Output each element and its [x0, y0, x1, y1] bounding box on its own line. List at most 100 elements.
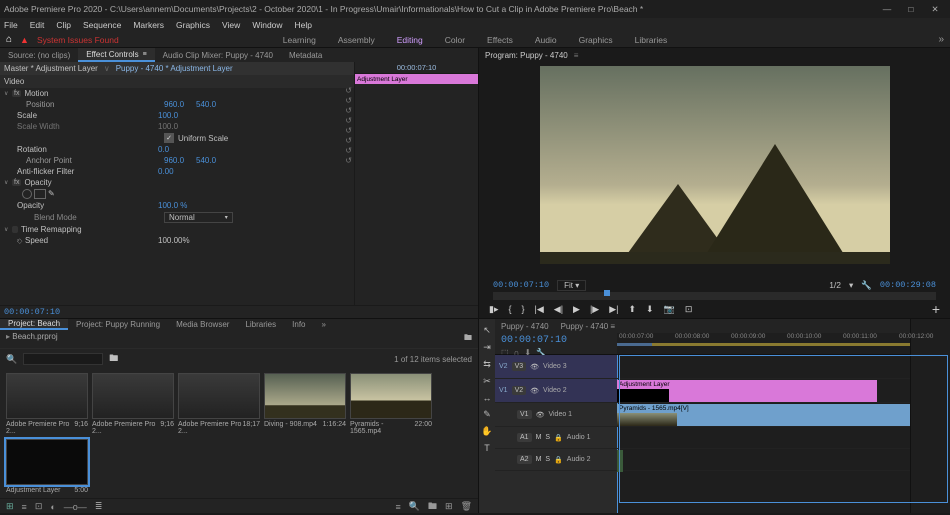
wrench-icon[interactable]: 🔧	[861, 280, 872, 291]
menu-view[interactable]: View	[222, 20, 240, 30]
panel-tab[interactable]: Project: Beach	[0, 319, 68, 330]
menu-file[interactable]: File	[4, 20, 18, 30]
eye-icon[interactable]: 👁	[536, 411, 545, 419]
alert-text[interactable]: System Issues Found	[37, 35, 119, 45]
motion-group[interactable]: Motion	[24, 89, 48, 98]
panel-tab[interactable]: Info	[284, 319, 313, 330]
workspace-color[interactable]: Color	[445, 35, 465, 45]
search-input[interactable]	[23, 353, 103, 365]
project-item[interactable]: Adobe Premiere Pro 2...9;16	[92, 373, 174, 435]
panel-tab[interactable]: Project: Puppy Running	[68, 319, 168, 330]
anchor-x[interactable]: 960.0	[164, 156, 184, 165]
mini-timeline-tc[interactable]: 00:00:07:10	[355, 62, 478, 74]
program-tc-right[interactable]: 00:00:29:08	[880, 280, 936, 290]
eye-icon[interactable]: 👁	[530, 387, 539, 395]
razor-tool-icon[interactable]: ✂	[483, 376, 491, 387]
mask-rect-icon[interactable]	[34, 189, 46, 199]
zoom-fit-select[interactable]: Fit ▾	[557, 280, 586, 291]
track-a1-label[interactable]: A1	[517, 433, 532, 442]
sequence-tab[interactable]: Puppy - 4740	[501, 322, 549, 331]
rotation-value[interactable]: 0.0	[158, 145, 169, 154]
anchor-y[interactable]: 540.0	[196, 156, 216, 165]
flicker-value[interactable]: 0.00	[158, 167, 174, 176]
program-scrubber[interactable]	[493, 292, 936, 300]
filter-icon[interactable]: 🖿	[464, 332, 472, 346]
freeform-icon[interactable]: ⊡	[35, 501, 43, 512]
export-frame-icon[interactable]: 📷	[664, 304, 675, 315]
clip-audio[interactable]	[617, 450, 623, 472]
time-remap-group[interactable]: Time Remapping	[21, 225, 82, 234]
speed-value[interactable]: 100.00%	[158, 236, 190, 245]
clip-name[interactable]: Puppy - 4740 * Adjustment Layer	[116, 64, 233, 73]
timeline-tc[interactable]: 00:00:07:10	[501, 335, 611, 346]
step-fwd-icon[interactable]: |▶	[590, 304, 599, 315]
trash-icon[interactable]: 🗑	[461, 501, 472, 512]
mask-ellipse-icon[interactable]	[22, 189, 32, 199]
lift-icon[interactable]: ⬆	[629, 304, 637, 315]
eye-icon[interactable]: 👁	[530, 363, 539, 371]
panel-tab[interactable]: Source: (no clips)	[0, 48, 78, 62]
mini-clip-bar[interactable]: Adjustment Layer	[355, 74, 478, 84]
timeline-ruler[interactable]: 00:00:07:0000:00:08:0000:00:09:0000:00:1…	[617, 333, 910, 354]
hand-tool-icon[interactable]: ✋	[481, 426, 492, 437]
panel-tab[interactable]: Audio Clip Mixer: Puppy - 4740	[155, 48, 281, 62]
icon-view-icon[interactable]: ≡	[22, 502, 27, 512]
home-icon[interactable]: ⌂	[6, 34, 12, 45]
timeline-tracks[interactable]: Adjustment Layer Pyramids - 1565.mp4[V]	[617, 355, 910, 513]
workspace-assembly[interactable]: Assembly	[338, 35, 375, 45]
pen-tool-icon[interactable]: ✎	[483, 409, 491, 420]
track-v3-label[interactable]: V3	[512, 362, 527, 371]
track-a2-label[interactable]: A2	[517, 455, 532, 464]
menu-help[interactable]: Help	[295, 20, 312, 30]
panel-tab[interactable]: Media Browser	[168, 319, 237, 330]
program-monitor[interactable]	[540, 66, 890, 264]
menu-markers[interactable]: Markers	[133, 20, 164, 30]
search-icon[interactable]: 🔍	[6, 354, 17, 365]
button-editor[interactable]: +	[932, 301, 940, 317]
panel-tab[interactable]: Libraries	[237, 319, 284, 330]
menu-sequence[interactable]: Sequence	[83, 20, 121, 30]
step-back-icon[interactable]: ◀|	[554, 304, 563, 315]
clip-video[interactable]: Pyramids - 1565.mp4[V]	[617, 404, 910, 426]
effect-tc[interactable]: 00:00:07:10	[4, 307, 60, 317]
extract-icon[interactable]: ⬇	[646, 304, 654, 315]
project-item[interactable]: Adobe Premiere Pro 2...9;16	[6, 373, 88, 435]
selection-tool-icon[interactable]: ↖	[483, 325, 491, 336]
close-button[interactable]: ✕	[930, 4, 940, 14]
menu-clip[interactable]: Clip	[56, 20, 71, 30]
reset-icon[interactable]: ↺	[345, 86, 352, 95]
mask-pen-icon[interactable]: ✎	[48, 189, 58, 199]
panel-tab[interactable]: Effect Controls≡	[78, 48, 154, 62]
project-item[interactable]: Adjustment Layer5:00	[6, 439, 88, 494]
position-y[interactable]: 540.0	[196, 100, 216, 109]
mark-in-icon[interactable]: ▮▸	[489, 304, 498, 315]
new-item-icon[interactable]: 🔍	[409, 501, 420, 512]
panel-tab[interactable]: Metadata	[281, 48, 330, 62]
menu-edit[interactable]: Edit	[30, 20, 45, 30]
play-icon[interactable]: ▶	[573, 304, 580, 315]
opacity-value[interactable]: 100.0 %	[158, 201, 187, 210]
project-item[interactable]: Pyramids - 1565.mp422:00	[350, 373, 432, 435]
track-v1-label[interactable]: V1	[517, 410, 532, 419]
slip-tool-icon[interactable]: ↔	[483, 393, 492, 403]
workspace-graphics[interactable]: Graphics	[579, 35, 613, 45]
clip-adjustment[interactable]: Adjustment Layer	[617, 380, 877, 402]
type-tool-icon[interactable]: T	[484, 443, 490, 453]
workspace-libraries[interactable]: Libraries	[635, 35, 668, 45]
ripple-tool-icon[interactable]: ⇆	[483, 359, 491, 370]
mark-out-icon[interactable]: {	[508, 304, 511, 314]
workspace-effects[interactable]: Effects	[487, 35, 513, 45]
workspace-learning[interactable]: Learning	[283, 35, 316, 45]
workspace-overflow[interactable]: »	[938, 34, 944, 45]
project-item[interactable]: Adobe Premiere Pro 2...18;17	[178, 373, 260, 435]
workspace-editing[interactable]: Editing	[397, 35, 423, 45]
uniform-scale-checkbox[interactable]: ✓	[164, 133, 174, 143]
menu-graphics[interactable]: Graphics	[176, 20, 210, 30]
menu-window[interactable]: Window	[252, 20, 282, 30]
project-item[interactable]: Diving - 908.mp41:16:24	[264, 373, 346, 435]
maximize-button[interactable]: □	[906, 4, 916, 14]
blend-mode-select[interactable]: Normal▾	[164, 212, 233, 223]
sequence-tab-active[interactable]: Puppy - 4740 ≡	[561, 322, 615, 331]
tabs-overflow[interactable]: »	[313, 319, 333, 330]
track-select-icon[interactable]: ⇥	[483, 342, 491, 353]
